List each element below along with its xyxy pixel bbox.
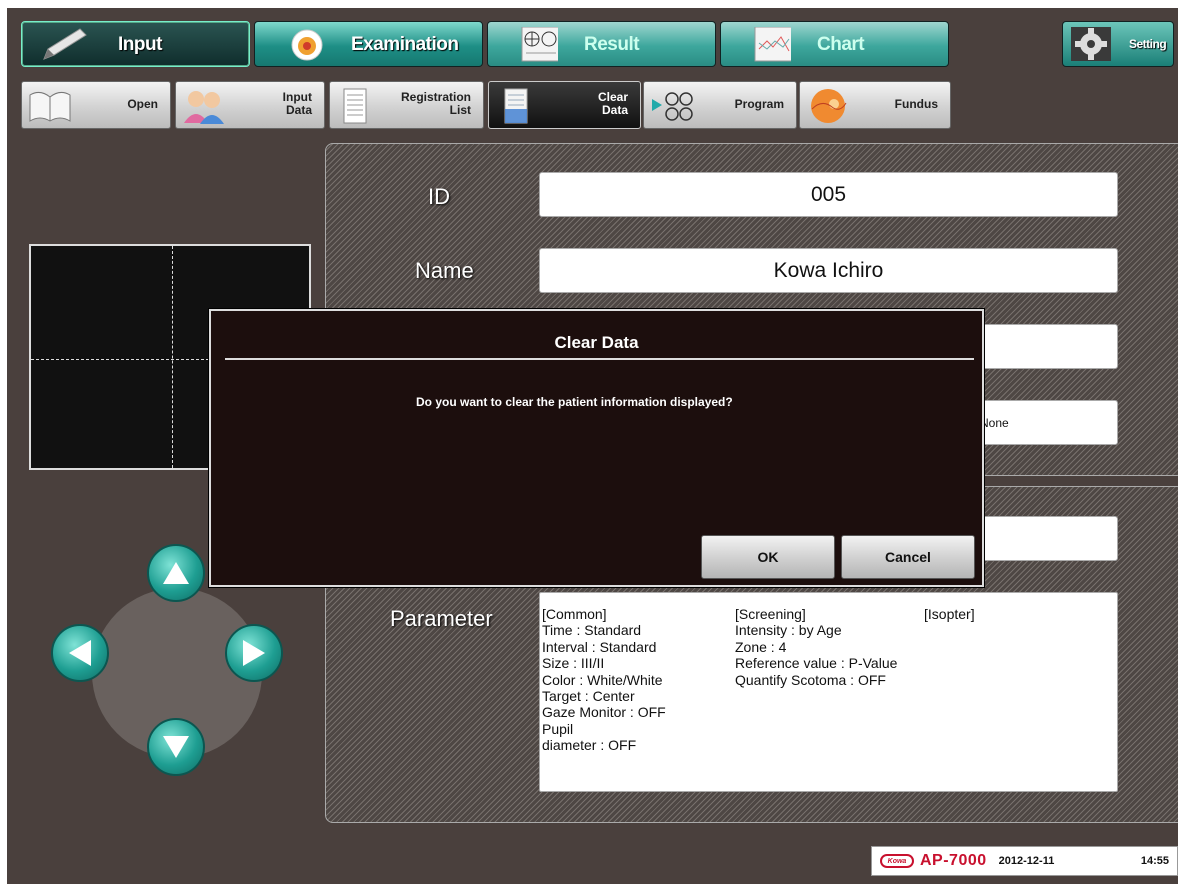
parameter-label: Parameter — [390, 606, 493, 631]
arrow-down-button[interactable] — [147, 718, 205, 776]
input-data-button[interactable]: Input Data — [175, 81, 325, 129]
arrow-up-button[interactable] — [147, 544, 205, 602]
book-icon — [29, 91, 71, 122]
parameter-box: [Common] Time : Standard Interval : Standa… — [539, 592, 1118, 792]
arrow-up-icon — [163, 562, 189, 584]
input-data-button-label: Input Data — [282, 90, 312, 117]
program-button[interactable]: Program — [643, 81, 797, 129]
dialog-title: Clear Data — [554, 333, 639, 352]
patients-icon — [184, 91, 224, 124]
param-line: Quantify Scotoma : OFF — [735, 671, 886, 688]
param-line: diameter : OFF — [542, 737, 637, 754]
pen-icon — [43, 28, 87, 60]
id-field[interactable]: 005 — [539, 172, 1118, 217]
arrow-left-icon — [69, 640, 91, 666]
cancel-button[interactable]: Cancel — [841, 535, 975, 579]
tab-examination-label: Examination — [351, 34, 459, 55]
clear-data-button[interactable]: Clear Data — [488, 81, 641, 129]
result-grid-icon — [521, 27, 558, 62]
param-line: Pupil — [542, 720, 574, 737]
tab-setting[interactable]: Setting — [1062, 21, 1174, 67]
tab-setting-label: Setting — [1129, 37, 1167, 51]
param-line: Gaze Monitor : OFF — [542, 704, 666, 721]
clear-data-dialog: Clear Data Do you want to clear the pati… — [209, 309, 984, 587]
arrow-right-icon — [243, 640, 265, 666]
time-display: 14:55 — [1140, 855, 1169, 867]
tab-examination[interactable]: Examination — [254, 21, 483, 67]
tab-result[interactable]: Result — [487, 21, 716, 67]
param-line: Intensity : by Age — [735, 622, 842, 639]
app-screen: Input Examination Result Chart Setting O… — [7, 8, 1178, 884]
name-label: Name — [415, 258, 474, 283]
perimeter-icon — [291, 29, 323, 61]
model-name: AP-7000 — [920, 852, 987, 869]
param-line: Size : III/II — [542, 655, 605, 672]
kowa-logo: Kowa — [880, 854, 914, 868]
tab-chart-label: Chart — [817, 34, 865, 55]
registration-list-button[interactable]: Registration List — [329, 81, 484, 129]
param-screening-column: [Screening] Intensity : by Age Zone : 4 Ref… — [735, 606, 897, 688]
fundus-button-label: Fundus — [894, 97, 938, 111]
tab-result-label: Result — [584, 34, 640, 55]
fundus-button[interactable]: Fundus — [799, 81, 951, 129]
program-steps-icon — [652, 92, 693, 121]
tab-input-label: Input — [118, 34, 162, 55]
arrow-left-button[interactable] — [51, 624, 109, 682]
param-line: Time : Standard — [542, 622, 642, 639]
id-label: ID — [428, 184, 450, 209]
clear-data-button-label: Clear Data — [597, 90, 628, 117]
tab-chart[interactable]: Chart — [720, 21, 949, 67]
param-line: Target : Center — [542, 688, 635, 705]
chart-icon — [754, 27, 791, 62]
fundus-eye-icon — [811, 89, 847, 123]
list-document-icon — [343, 88, 367, 124]
gear-icon — [1071, 27, 1111, 61]
clear-document-icon — [504, 88, 528, 124]
program-button-label: Program — [734, 97, 784, 111]
date-display: 2012-12-11 — [998, 855, 1055, 867]
arrow-down-icon — [163, 736, 189, 758]
registration-list-button-label: Registration List — [400, 90, 471, 117]
tab-input[interactable]: Input — [21, 21, 250, 67]
open-button-label: Open — [127, 97, 158, 111]
param-line: Color : White/White — [542, 671, 663, 688]
ok-button[interactable]: OK — [701, 535, 835, 579]
param-isopter-column: [Isopter] — [924, 606, 975, 622]
param-line: [Common] — [542, 606, 607, 622]
param-line: [Isopter] — [924, 606, 975, 622]
patient-field-4-value: None — [980, 415, 1009, 430]
preview-vertical-axis — [172, 246, 173, 468]
open-button[interactable]: Open — [21, 81, 171, 129]
param-line: Reference value : P-Value — [735, 655, 898, 672]
status-footer: Kowa AP-7000 2012-12-11 14:55 — [871, 846, 1178, 876]
param-line: Zone : 4 — [735, 638, 787, 655]
arrow-right-button[interactable] — [225, 624, 283, 682]
name-field[interactable]: Kowa Ichiro — [539, 248, 1118, 293]
param-line: [Screening] — [735, 606, 806, 622]
param-common-column: [Common] Time : Standard Interval : Standa… — [542, 606, 666, 754]
dialog-message: Do you want to clear the patient informa… — [416, 395, 733, 409]
dialog-divider — [225, 358, 974, 360]
param-line: Interval : Standard — [542, 638, 657, 655]
